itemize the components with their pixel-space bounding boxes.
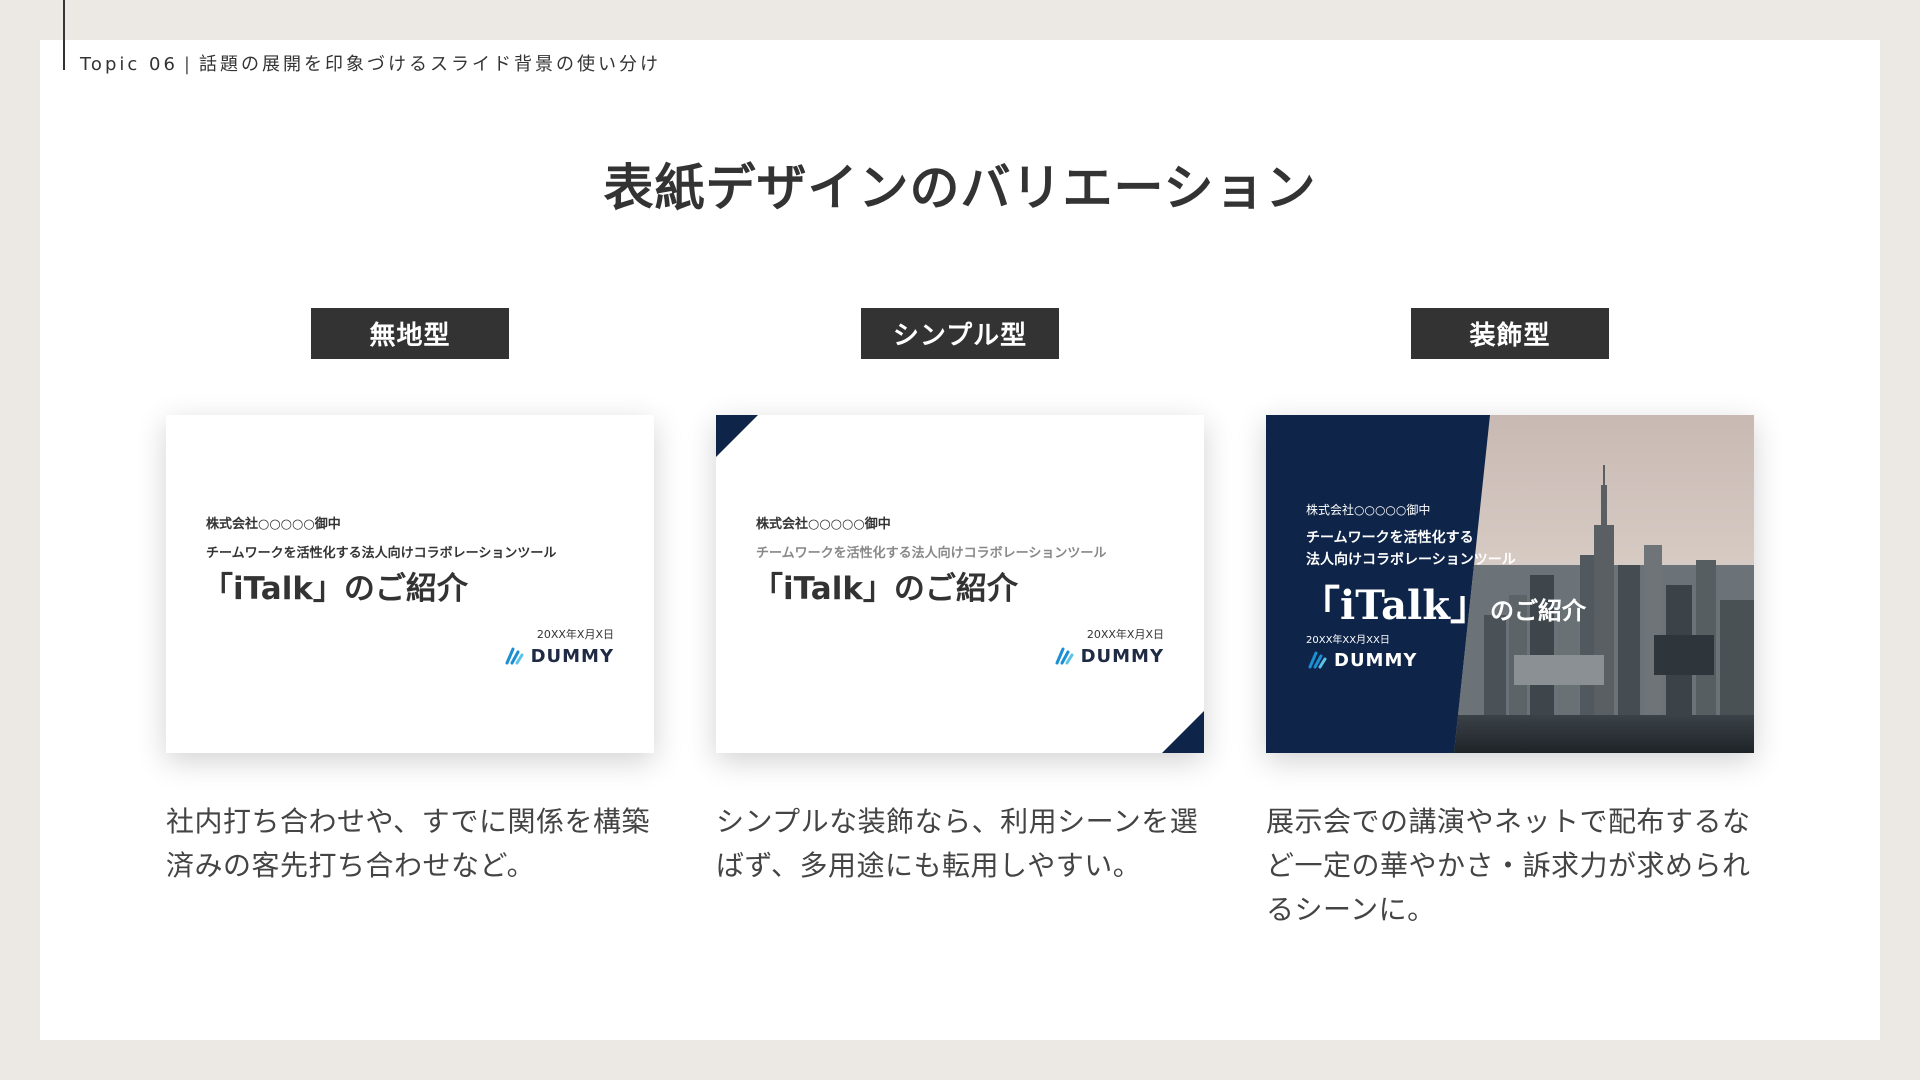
card-subtitle: チームワークを活性化する法人向けコラボレーションツール <box>206 546 557 561</box>
variation-label: シンプル型 <box>861 308 1059 359</box>
variation-description: シンプルな装飾なら、利用シーンを選ばず、多用途にも転用しやすい。 <box>716 805 1199 882</box>
card-title: 「iTalk」のご紹介 <box>752 571 1018 607</box>
dummy-logo-icon <box>1055 647 1074 665</box>
topic-rule <box>63 0 65 70</box>
topic-label: Topic 06 <box>80 54 178 75</box>
cover-card-plain: 株式会社○○○○○御中 チームワークを活性化する法人向けコラボレーションツール … <box>166 415 654 753</box>
variation-label: 装飾型 <box>1411 308 1609 359</box>
cover-card-decorative: 株式会社○○○○○御中 チームワークを活性化する 法人向けコラボレーションツール… <box>1266 415 1754 753</box>
logo-text: DUMMY <box>1334 649 1418 671</box>
cover-card-simple: 株式会社○○○○○御中 チームワークを活性化する法人向けコラボレーションツール … <box>716 415 1204 753</box>
page-title: 表紙デザインのバリエーション <box>603 159 1317 217</box>
card-logo: DUMMY <box>1306 649 1417 671</box>
card-title: 「iTalk」のご紹介 <box>202 571 468 607</box>
logo-text: DUMMY <box>1080 645 1164 667</box>
card-subtitle: チームワークを活性化する法人向けコラボレーションツール <box>756 546 1107 561</box>
variation-description: 展示会での講演やネットで配布するなど一定の華やかさ・訴求力が求められるシーンに。 <box>1266 805 1751 926</box>
card-logo: DUMMY <box>1053 645 1164 667</box>
card-subtitle: チームワークを活性化する 法人向けコラボレーションツール <box>1306 527 1516 571</box>
card-company: 株式会社○○○○○御中 <box>1306 503 1431 517</box>
variation-label: 無地型 <box>311 308 509 359</box>
card-subtitle-line2: 法人向けコラボレーションツール <box>1306 552 1516 568</box>
dummy-logo-icon <box>1308 651 1327 669</box>
variation-description: 社内打ち合わせや、すでに関係を構築済みの客先打ち合わせなど。 <box>166 805 650 882</box>
card-subtitle-line1: チームワークを活性化する <box>1306 530 1474 546</box>
card-date: 20XX年XX月XX日 <box>1306 635 1390 646</box>
card-title: 「iTalk」のご紹介 <box>1300 573 1586 631</box>
card-company: 株式会社○○○○○御中 <box>756 517 891 532</box>
logo-text: DUMMY <box>530 645 614 667</box>
card-company: 株式会社○○○○○御中 <box>206 517 341 532</box>
corner-triangle-bottom-right <box>1162 711 1204 753</box>
card-logo: DUMMY <box>503 645 614 667</box>
dummy-logo-icon <box>505 647 524 665</box>
topic-separator: | <box>183 54 193 75</box>
card-date: 20XX年X月X日 <box>536 628 614 641</box>
corner-triangle-top-left <box>716 415 758 457</box>
topic-title: 話題の展開を印象づけるスライド背景の使い分け <box>198 54 661 75</box>
card-title-rest: のご紹介 <box>1489 596 1586 625</box>
card-date: 20XX年X月X日 <box>1086 628 1164 641</box>
card-title-main: 「iTalk」 <box>1300 582 1490 629</box>
topic-header: Topic 06 | 話題の展開を印象づけるスライド背景の使い分け <box>80 50 661 76</box>
